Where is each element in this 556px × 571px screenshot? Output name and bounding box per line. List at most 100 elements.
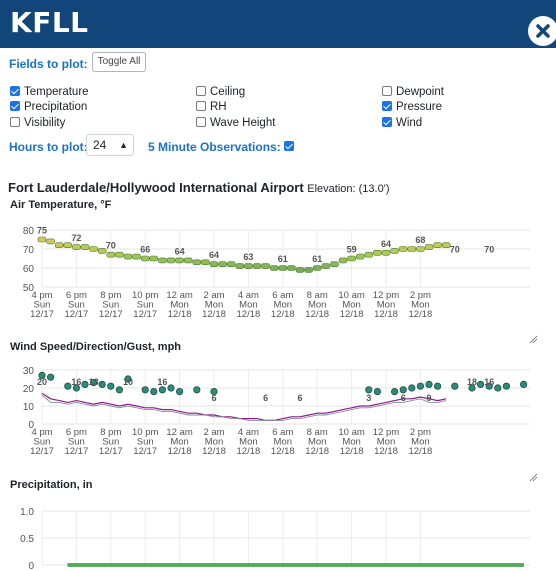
x-tick-label: 12/18 bbox=[237, 309, 261, 320]
temp-data-label: 61 bbox=[312, 254, 322, 264]
checkbox[interactable] bbox=[10, 101, 20, 111]
temp-point bbox=[201, 259, 210, 266]
five-minute-label: 5 Minute Observations: bbox=[148, 140, 281, 154]
five-minute-checkbox[interactable] bbox=[284, 141, 294, 151]
temp-point bbox=[158, 257, 167, 264]
checkbox[interactable] bbox=[196, 86, 206, 96]
x-tick-label: 12/17 bbox=[99, 309, 123, 320]
temp-data-label: 64 bbox=[175, 246, 185, 256]
gust-point bbox=[519, 380, 528, 389]
x-tick-label: 12/18 bbox=[168, 446, 192, 457]
temp-point bbox=[398, 246, 408, 252]
hours-label: Hours to plot: bbox=[9, 140, 88, 154]
station-heading: Fort Lauderdale/Hollywood International … bbox=[8, 180, 389, 195]
temp-point bbox=[175, 257, 184, 264]
field-ceiling[interactable]: Ceiling bbox=[196, 86, 245, 98]
x-tick-label: 12/17 bbox=[30, 309, 54, 320]
x-tick-label: 12/17 bbox=[30, 446, 54, 457]
toggle-all-button[interactable]: Toggle All bbox=[92, 52, 146, 72]
field-dewpoint[interactable]: Dewpoint bbox=[382, 86, 444, 98]
temp-point bbox=[106, 251, 116, 258]
x-tick-label: 12/18 bbox=[271, 309, 295, 320]
field-wind[interactable]: Wind bbox=[382, 117, 422, 129]
temp-data-label: 64 bbox=[209, 250, 219, 260]
temperature-chart: 506070804 pmSun12/176 pmSun12/178 pmSun1… bbox=[23, 226, 538, 344]
resize-handle-icon bbox=[529, 473, 538, 482]
hours-select[interactable]: 24 ▲︎ bbox=[86, 134, 134, 156]
field-rh[interactable]: RH bbox=[196, 101, 227, 113]
temp-point bbox=[166, 257, 176, 264]
checkbox[interactable] bbox=[196, 101, 206, 111]
x-tick-label: 12/18 bbox=[374, 309, 398, 320]
temp-point bbox=[183, 257, 193, 264]
x-tick-label: 12/18 bbox=[305, 446, 329, 457]
temp-point bbox=[347, 255, 356, 262]
temperature-chart-title: Air Temperature, °F bbox=[10, 199, 112, 211]
temp-point bbox=[355, 253, 365, 260]
field-wave-height[interactable]: Wave Height bbox=[196, 117, 275, 129]
resize-handle-icon bbox=[529, 335, 538, 344]
temp-point bbox=[416, 246, 425, 252]
gust-point bbox=[494, 384, 502, 392]
field-visibility[interactable]: Visibility bbox=[10, 117, 65, 129]
page-title: KFLL bbox=[10, 6, 89, 39]
temp-point bbox=[304, 267, 313, 273]
x-tick-label: 12/18 bbox=[271, 446, 295, 457]
field-label: Precipitation bbox=[24, 101, 88, 113]
temp-point bbox=[321, 263, 331, 269]
x-tick-label: 12/18 bbox=[202, 309, 226, 320]
wind-data-label: 16 bbox=[484, 377, 494, 387]
temp-point bbox=[373, 249, 382, 256]
checkbox[interactable] bbox=[10, 117, 20, 127]
station-name: Fort Lauderdale/Hollywood International … bbox=[8, 180, 304, 195]
gust-point bbox=[408, 384, 416, 392]
temp-point bbox=[407, 246, 417, 252]
temp-data-label: 63 bbox=[243, 252, 253, 262]
field-label: Pressure bbox=[396, 101, 443, 113]
temp-point bbox=[140, 255, 150, 262]
gust-point bbox=[158, 386, 166, 394]
wind-data-label: 10 bbox=[123, 377, 133, 387]
checkbox[interactable] bbox=[382, 86, 392, 96]
temp-point bbox=[37, 236, 47, 243]
gust-point bbox=[107, 382, 115, 390]
temp-point bbox=[312, 265, 322, 271]
x-tick-label: 12/18 bbox=[237, 446, 261, 457]
field-temperature[interactable]: Temperature bbox=[10, 86, 89, 98]
x-tick-label: 12/18 bbox=[168, 309, 192, 320]
temp-point bbox=[269, 265, 279, 271]
x-tick-label: 12/17 bbox=[99, 446, 123, 457]
checkbox[interactable] bbox=[382, 101, 392, 111]
gust-point bbox=[115, 386, 124, 394]
close-button[interactable] bbox=[528, 16, 556, 46]
temp-point bbox=[261, 263, 270, 269]
y-tick-label: 60 bbox=[23, 264, 35, 275]
temp-point bbox=[381, 249, 391, 256]
temp-point bbox=[63, 242, 73, 249]
x-tick-label: 12/17 bbox=[65, 446, 89, 457]
temp-point bbox=[278, 265, 288, 271]
temp-point bbox=[149, 255, 159, 262]
precipitation-chart: 0 0.5 1.0 bbox=[20, 507, 530, 571]
wind-data-label: 16 bbox=[157, 377, 167, 387]
gust-point bbox=[193, 386, 201, 394]
gust-point bbox=[451, 382, 459, 390]
field-pressure[interactable]: Pressure bbox=[382, 101, 442, 113]
x-tick-label: 12/18 bbox=[202, 446, 226, 457]
temp-point bbox=[132, 253, 141, 260]
wind-data-label: 16 bbox=[71, 377, 81, 387]
temp-point bbox=[295, 267, 305, 273]
temp-point bbox=[364, 251, 374, 258]
checkbox[interactable] bbox=[382, 117, 392, 127]
wind-data-label: 6 bbox=[211, 393, 216, 403]
wind-data-label: 20 bbox=[37, 377, 47, 387]
field-precipitation[interactable]: Precipitation bbox=[10, 101, 87, 113]
wind-data-label: 9 bbox=[426, 393, 431, 403]
temp-data-label: 61 bbox=[278, 254, 288, 264]
x-tick-label: 12/18 bbox=[340, 446, 364, 457]
checkbox[interactable] bbox=[196, 117, 206, 127]
x-tick-label: 12/18 bbox=[409, 446, 433, 457]
field-label: Ceiling bbox=[210, 86, 246, 98]
checkbox[interactable] bbox=[10, 86, 20, 96]
x-tick-label: 12/17 bbox=[65, 309, 89, 320]
